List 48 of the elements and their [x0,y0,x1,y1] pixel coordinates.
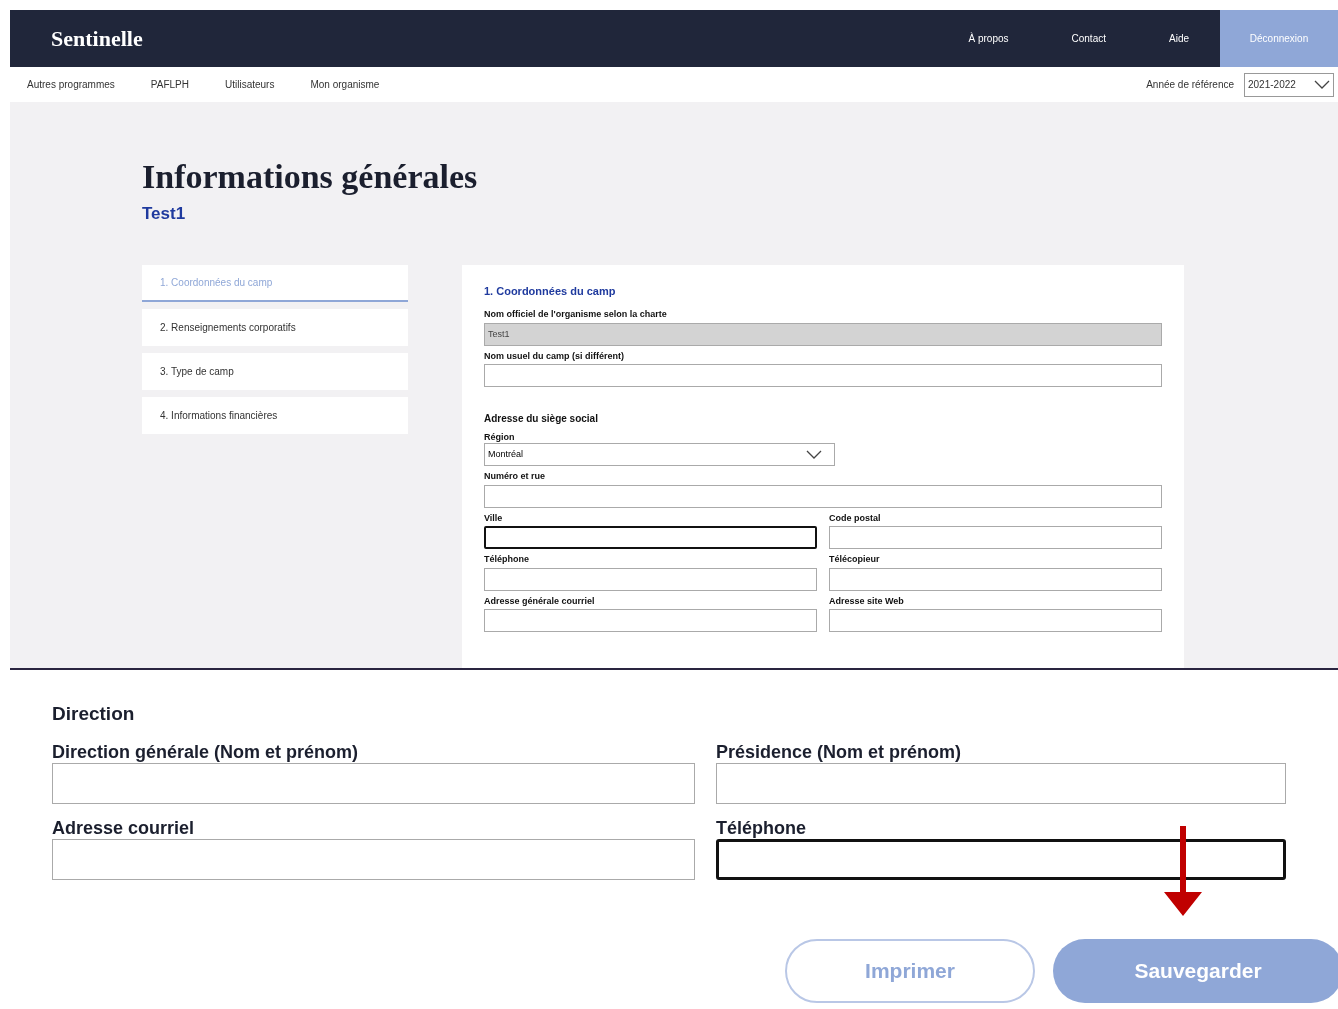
input-field[interactable] [716,838,1286,880]
chevron-down-icon [1314,79,1330,90]
subnav-link[interactable]: Autres programmes [27,77,115,92]
field-label: Ville [484,512,504,524]
field-label: Téléphone [484,554,530,565]
chevron-down-icon [806,449,822,460]
field-label: Télécopieur [829,554,881,565]
input-field[interactable] [829,609,1162,632]
form-heading: 1. Coordonnées du camp [484,283,617,299]
field-label: Adresse générale courriel [484,595,596,607]
subnav-link[interactable]: Utilisateurs [225,77,275,92]
field-label: Nom officiel de l'organisme selon la charte [484,309,668,320]
field-label: Nom usuel du camp (si différent) [484,350,625,362]
input-field[interactable] [52,762,695,804]
page-title: Informations générales [142,157,479,197]
input-field[interactable] [716,762,1286,804]
input-field[interactable] [484,526,817,549]
section-heading: Adresse du siège social [484,412,599,426]
arrow-icon [1164,826,1202,916]
field-label: Adresse site Web [829,595,905,607]
input-field[interactable] [829,567,1162,591]
logo: Sentinelle [51,25,143,53]
nav-link[interactable]: Aide [1169,31,1189,46]
input-field[interactable] [484,609,817,632]
field-label: Téléphone [716,816,807,839]
year-select[interactable]: 2021-2022 [1244,72,1334,97]
field-label: Code postal [829,512,882,524]
region-select[interactable]: Montréal [484,443,835,466]
subnav-link[interactable]: PAFLPH [150,77,189,92]
year-label: Année de référence [1146,78,1234,92]
input-field[interactable] [484,567,817,591]
field-label: Adresse courriel [52,816,196,839]
section-heading: Direction [52,702,136,726]
nav-link[interactable]: À propos [968,31,1009,46]
input-field[interactable] [484,484,1162,508]
input-field[interactable] [52,838,695,880]
page-subtitle: Test1 [142,203,187,225]
step-tab[interactable]: 3. Type de camp [142,352,408,390]
field-label: Numéro et rue [484,471,546,482]
subnav-link[interactable]: Mon organisme [310,77,380,92]
field-label: Région [484,432,516,443]
step-tab[interactable]: 2. Renseignements corporatifs [142,308,408,346]
field-label: Présidence (Nom et prénom) [716,740,963,763]
input-field[interactable] [829,526,1162,549]
field-label: Direction générale (Nom et prénom) [52,740,360,763]
step-tab[interactable]: 4. Informations financières [142,396,408,434]
input-field[interactable] [484,364,1162,387]
nav-link[interactable]: Contact [1071,31,1106,46]
